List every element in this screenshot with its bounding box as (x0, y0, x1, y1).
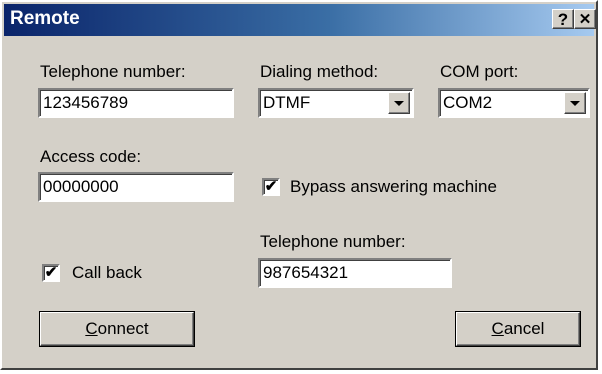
com-port-select[interactable]: COM2 (438, 88, 590, 118)
call-back-checkbox[interactable]: ✔ (42, 264, 60, 282)
window-title: Remote (10, 8, 80, 29)
connect-accelerator-key: C (85, 319, 98, 338)
telephone-number-label: Telephone number: (40, 62, 186, 81)
com-port-label: COM port: (440, 62, 519, 81)
telephone-number-input[interactable]: 123456789 (38, 88, 234, 118)
callback-telephone-number-label: Telephone number: (260, 232, 406, 251)
connect-button-label: onnect (97, 319, 149, 338)
cancel-button[interactable]: Cancel (456, 312, 580, 346)
title-bar[interactable]: Remote ? ✕ (4, 4, 596, 36)
close-button[interactable]: ✕ (574, 9, 596, 29)
access-code-label: Access code: (40, 147, 142, 166)
remote-dialog: Remote ? ✕ Telephone number: 123456789 D… (0, 0, 598, 370)
dialing-method-dropdown-arrow-icon[interactable] (388, 92, 410, 114)
help-button[interactable]: ? (552, 9, 574, 29)
dialing-method-select[interactable]: DTMF (258, 88, 414, 118)
call-back-label[interactable]: Call back (72, 263, 142, 283)
connect-button[interactable]: Connect (40, 312, 194, 346)
callback-telephone-number-input[interactable]: 987654321 (258, 258, 452, 288)
bypass-answering-machine-checkbox[interactable]: ✔ (262, 178, 280, 196)
bypass-answering-machine-label[interactable]: Bypass answering machine (290, 177, 497, 197)
com-port-value: COM2 (443, 93, 493, 112)
dialing-method-value: DTMF (263, 93, 311, 112)
access-code-input[interactable]: 00000000 (38, 172, 234, 202)
dialing-method-label: Dialing method: (260, 62, 379, 81)
cancel-accelerator-key: C (491, 319, 504, 338)
com-port-dropdown-arrow-icon[interactable] (564, 92, 586, 114)
cancel-button-label: ancel (503, 319, 545, 338)
